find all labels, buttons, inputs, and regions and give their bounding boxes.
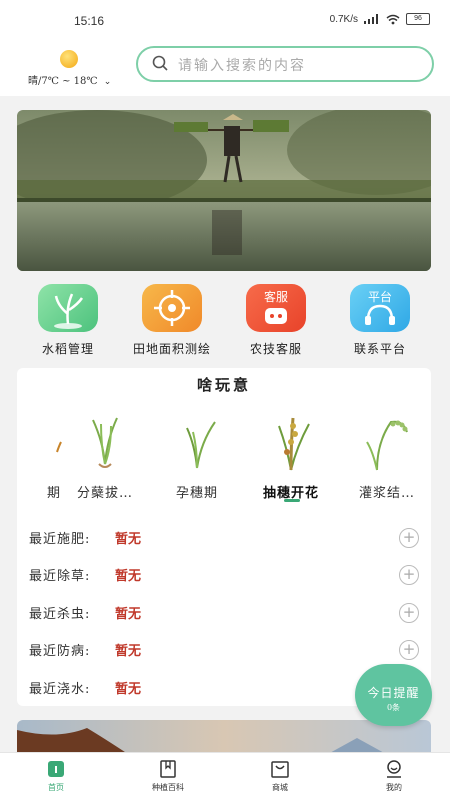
weather-range: 晴/7℃ ~ 18℃ [28,76,98,87]
network-speed: 0.7K/s [329,13,358,25]
feature-customer-service[interactable]: 客服 农技客服 [231,284,321,357]
search-icon [152,55,168,71]
stage-label: 期 [46,486,61,501]
tab-home[interactable]: 首页 [16,759,96,793]
signal-icon [364,14,378,24]
robot-service-icon: 客服 [246,284,306,332]
weather-text: 晴/7℃ ~ 18℃ ⌄ [28,72,111,87]
card-title: 啥玩意 [196,376,251,394]
tab-mall[interactable]: 商城 [240,759,320,793]
feature-field-survey[interactable]: 田地面积测绘 [127,284,217,357]
record-value: 暂无 [115,644,142,659]
header: 晴/7℃ ~ 18℃ ⌄ 请输入搜索的内容 [0,44,450,96]
heading-flowering-icon [278,417,310,471]
feature-label: 农技客服 [249,342,302,356]
sun-icon [60,50,78,68]
record-row-insecticide: 最近杀虫: 暂无 + [29,601,419,625]
feature-label: 田地面积测绘 [132,342,211,356]
stage-item[interactable]: 孕穗期 [157,412,237,501]
reminder-title: 今日提醒 [367,686,420,700]
booting-plant-icon [186,421,216,469]
bottom-tab-bar: 首页 种植百科 商城 我的 [0,752,450,801]
weather-widget[interactable]: 晴/7℃ ~ 18℃ ⌄ [26,48,126,88]
add-record-button[interactable]: + [399,528,419,548]
chevron-down-icon: ⌄ [103,77,112,87]
record-value: 暂无 [115,569,142,584]
target-icon [142,284,202,332]
record-value: 暂无 [115,682,142,697]
today-reminder-button[interactable]: 今日提醒 0条 [355,664,432,726]
battery-level: 96 [414,15,422,22]
stage-item[interactable]: 期 [0,412,63,501]
stage-item[interactable]: 分蘖拔… [65,412,145,501]
record-label: 最近防病: [29,644,91,659]
record-label: 最近浇水: [29,682,91,697]
search-placeholder: 请输入搜索的内容 [178,58,306,74]
wifi-icon [386,14,400,24]
rice-leaf-icon [38,284,98,332]
tab-label: 种植百科 [152,783,184,792]
grain-filling-icon [366,420,408,471]
tab-encyclopedia[interactable]: 种植百科 [128,759,208,793]
stage-label: 孕穗期 [175,486,218,501]
home-icon [46,759,66,779]
record-label: 最近施肥: [29,532,91,547]
stage-item-selected[interactable]: 抽穗开花 [251,412,331,501]
tab-label: 首页 [48,783,64,792]
stage-label: 灌浆结… [358,486,415,501]
stage-label: 分蘖拔… [76,486,133,501]
feature-label: 联系平台 [353,342,406,356]
add-record-button[interactable]: + [399,565,419,585]
record-row-weed: 最近除草: 暂无 + [29,563,419,587]
banner-image[interactable] [17,110,431,271]
growth-card: 啥玩意 期 分蘖拔… 孕穗期 抽穗开花 灌浆结… 最近施肥: 暂无 + 最近除草… [17,368,431,706]
user-icon [384,759,404,779]
tab-profile[interactable]: 我的 [354,759,434,793]
add-record-button[interactable]: + [399,640,419,660]
record-row-disease: 最近防病: 暂无 + [29,638,419,662]
status-bar: 15:16 0.7K/s 96 [0,0,450,44]
rice-field-photo [17,110,431,271]
rice-seedling-icon [56,441,62,453]
feature-label: 水稻管理 [41,342,94,356]
reminder-count: 0条 [386,703,401,712]
status-time: 15:16 [74,14,105,28]
record-row-fertilize: 最近施肥: 暂无 + [29,526,419,550]
tab-label: 商城 [272,783,288,792]
record-label: 最近除草: [29,569,91,584]
book-icon [158,759,178,779]
feature-rice-management[interactable]: 水稻管理 [23,284,113,357]
feature-contact-platform[interactable]: 平台 联系平台 [335,284,425,357]
tab-label: 我的 [386,783,402,792]
search-input[interactable]: 请输入搜索的内容 [136,46,434,82]
record-value: 暂无 [115,607,142,622]
add-record-button[interactable]: + [399,603,419,623]
stage-selected-indicator [284,499,300,502]
record-value: 暂无 [115,532,142,547]
record-label: 最近杀虫: [29,607,91,622]
shopping-bag-icon [270,759,290,779]
headset-icon: 平台 [350,284,410,332]
battery-icon: 96 [406,13,430,25]
tillering-plant-icon [92,417,118,468]
status-indicators: 0.7K/s 96 [330,13,430,25]
stage-item[interactable]: 灌浆结… [347,412,427,501]
